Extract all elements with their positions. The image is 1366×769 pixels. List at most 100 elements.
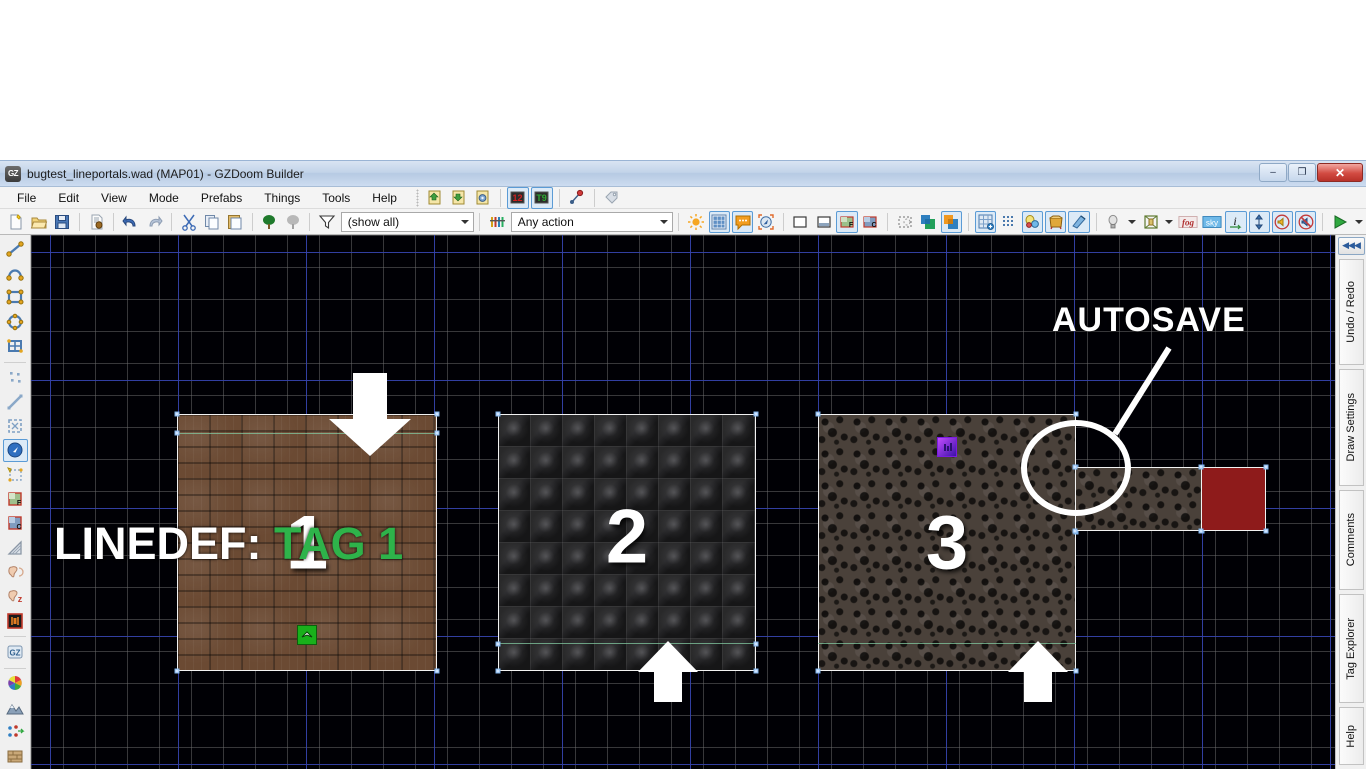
menu-item-things[interactable]: Things [253, 189, 311, 207]
tool-rectangle[interactable] [3, 286, 28, 309]
tool-floor-align-f[interactable]: F [3, 487, 28, 510]
tool-terrain[interactable] [3, 696, 28, 719]
vertex[interactable] [495, 641, 501, 647]
square-ceiling-c-icon[interactable]: C [860, 211, 881, 233]
snap-mode-t9-button[interactable]: T9 [530, 186, 553, 209]
tool-curve[interactable] [3, 261, 28, 284]
tool-slope[interactable] [3, 536, 28, 559]
tool-brightness[interactable] [3, 609, 28, 632]
new-file-icon[interactable] [5, 211, 26, 233]
import-map-button[interactable] [424, 187, 446, 209]
vertex[interactable] [1263, 464, 1269, 470]
script-bug-icon[interactable] [86, 211, 107, 233]
vertex[interactable] [753, 668, 759, 674]
models-icon[interactable] [1044, 210, 1067, 233]
square-white-icon[interactable] [790, 211, 811, 233]
light-bulbs-icon[interactable] [1021, 210, 1043, 233]
menu-item-edit[interactable]: Edit [47, 189, 90, 207]
panel-tab-draw-settings[interactable]: Draw Settings [1338, 368, 1364, 487]
vertex[interactable] [434, 411, 440, 417]
menu-item-view[interactable]: View [90, 189, 138, 207]
toolbar-grip[interactable] [415, 188, 419, 207]
info-i-icon[interactable]: i [1225, 210, 1247, 233]
snap-grid-icon[interactable] [974, 210, 997, 233]
sector-2[interactable]: 2 [495, 411, 759, 674]
green-tree-icon[interactable] [259, 211, 280, 233]
fog-icon[interactable]: fog [1177, 211, 1199, 233]
sound-off-icon[interactable] [1295, 210, 1317, 233]
tool-sound-environment[interactable] [3, 560, 28, 583]
collapse-panels-button[interactable]: ◀◀◀ [1337, 237, 1365, 255]
open-folder-icon[interactable] [28, 211, 49, 233]
map-canvas[interactable]: 1 2 3 LINEDEF: TAG 1 AUTOSAVE [31, 235, 1335, 769]
menu-item-tools[interactable]: Tools [311, 189, 361, 207]
tool-ceiling-align-c[interactable]: C [3, 512, 28, 535]
maximize-button[interactable]: ❐ [1288, 163, 1316, 182]
vertex[interactable] [174, 411, 180, 417]
vertex[interactable] [1198, 528, 1204, 534]
thing-filter-combo[interactable]: (show all) [340, 211, 475, 232]
tool-gz-visual[interactable]: GZ [3, 640, 28, 663]
panel-tab-comments[interactable]: Comments [1338, 490, 1364, 590]
chevron-down-icon[interactable] [1354, 219, 1363, 224]
compass-icon[interactable] [755, 211, 776, 233]
menu-item-file[interactable]: File [6, 189, 47, 207]
minimize-button[interactable]: – [1259, 163, 1287, 182]
tool-linedefs[interactable] [3, 237, 28, 260]
chevron-down-icon[interactable] [1127, 219, 1136, 224]
tool-vertices[interactable] [3, 366, 28, 389]
tag-label-button[interactable] [601, 187, 623, 209]
play-green-icon[interactable] [1329, 211, 1350, 233]
vertex[interactable] [1263, 528, 1269, 534]
copy-pages-icon[interactable] [201, 211, 222, 233]
undo-arrow-icon[interactable] [120, 211, 141, 233]
grid-blue-icon[interactable] [708, 210, 731, 233]
thing-player-start[interactable] [297, 625, 317, 646]
tool-particles[interactable] [3, 720, 28, 743]
menu-item-help[interactable]: Help [361, 189, 408, 207]
thing-portal-marker[interactable] [937, 437, 957, 458]
vertex[interactable] [1073, 411, 1079, 417]
tool-ellipse[interactable] [3, 310, 28, 333]
vertex[interactable] [1072, 528, 1078, 534]
vertex[interactable] [753, 641, 759, 647]
vertex[interactable] [434, 668, 440, 674]
vertex[interactable] [815, 668, 821, 674]
square-half-icon[interactable] [813, 211, 834, 233]
tool-linedef-mode[interactable] [3, 390, 28, 413]
vertex[interactable] [1073, 668, 1079, 674]
sun-icon[interactable] [685, 211, 706, 233]
square-floor-f-icon[interactable]: F [836, 210, 858, 233]
vertex[interactable] [434, 430, 440, 436]
panel-tab-undo-redo[interactable]: Undo / Redo [1338, 258, 1364, 365]
linedef-action-combo[interactable]: Any action [510, 211, 674, 232]
copy-props-icon[interactable] [917, 211, 938, 233]
tool-color-wheel[interactable] [3, 672, 28, 695]
tool-grid-draw[interactable] [3, 334, 28, 357]
gray-tree-icon[interactable] [282, 211, 303, 233]
map-options-button[interactable] [472, 187, 494, 209]
tool-sound-zones[interactable]: z [3, 585, 28, 608]
redo-arrow-icon[interactable] [144, 211, 165, 233]
panel-tab-tag-explorer[interactable]: Tag Explorer [1338, 593, 1364, 704]
dotted-selection-icon[interactable] [894, 211, 915, 233]
export-map-button[interactable] [448, 187, 470, 209]
updown-arrows-icon[interactable] [1248, 210, 1270, 233]
cube-icon[interactable] [1140, 211, 1161, 233]
sector-corridor[interactable] [1072, 464, 1205, 534]
vertex[interactable] [1198, 464, 1204, 470]
vertex[interactable] [1072, 464, 1078, 470]
save-disk-icon[interactable] [52, 211, 73, 233]
tool-things-mode[interactable] [2, 438, 28, 463]
snap-mode-12-button[interactable]: 12 [506, 186, 529, 209]
sector-red[interactable] [1198, 464, 1269, 534]
bulb-icon[interactable] [1103, 211, 1124, 233]
sound-on-icon[interactable] [1271, 210, 1294, 233]
comment-orange-icon[interactable] [732, 210, 754, 233]
tool-sectors-mode[interactable] [3, 414, 28, 437]
effects-icon[interactable] [1068, 210, 1090, 233]
chevron-down-icon[interactable] [1165, 219, 1174, 224]
panel-tab-help[interactable]: Help [1338, 707, 1364, 765]
sky-icon[interactable]: sky [1201, 211, 1223, 233]
error-check-button[interactable] [566, 187, 588, 209]
